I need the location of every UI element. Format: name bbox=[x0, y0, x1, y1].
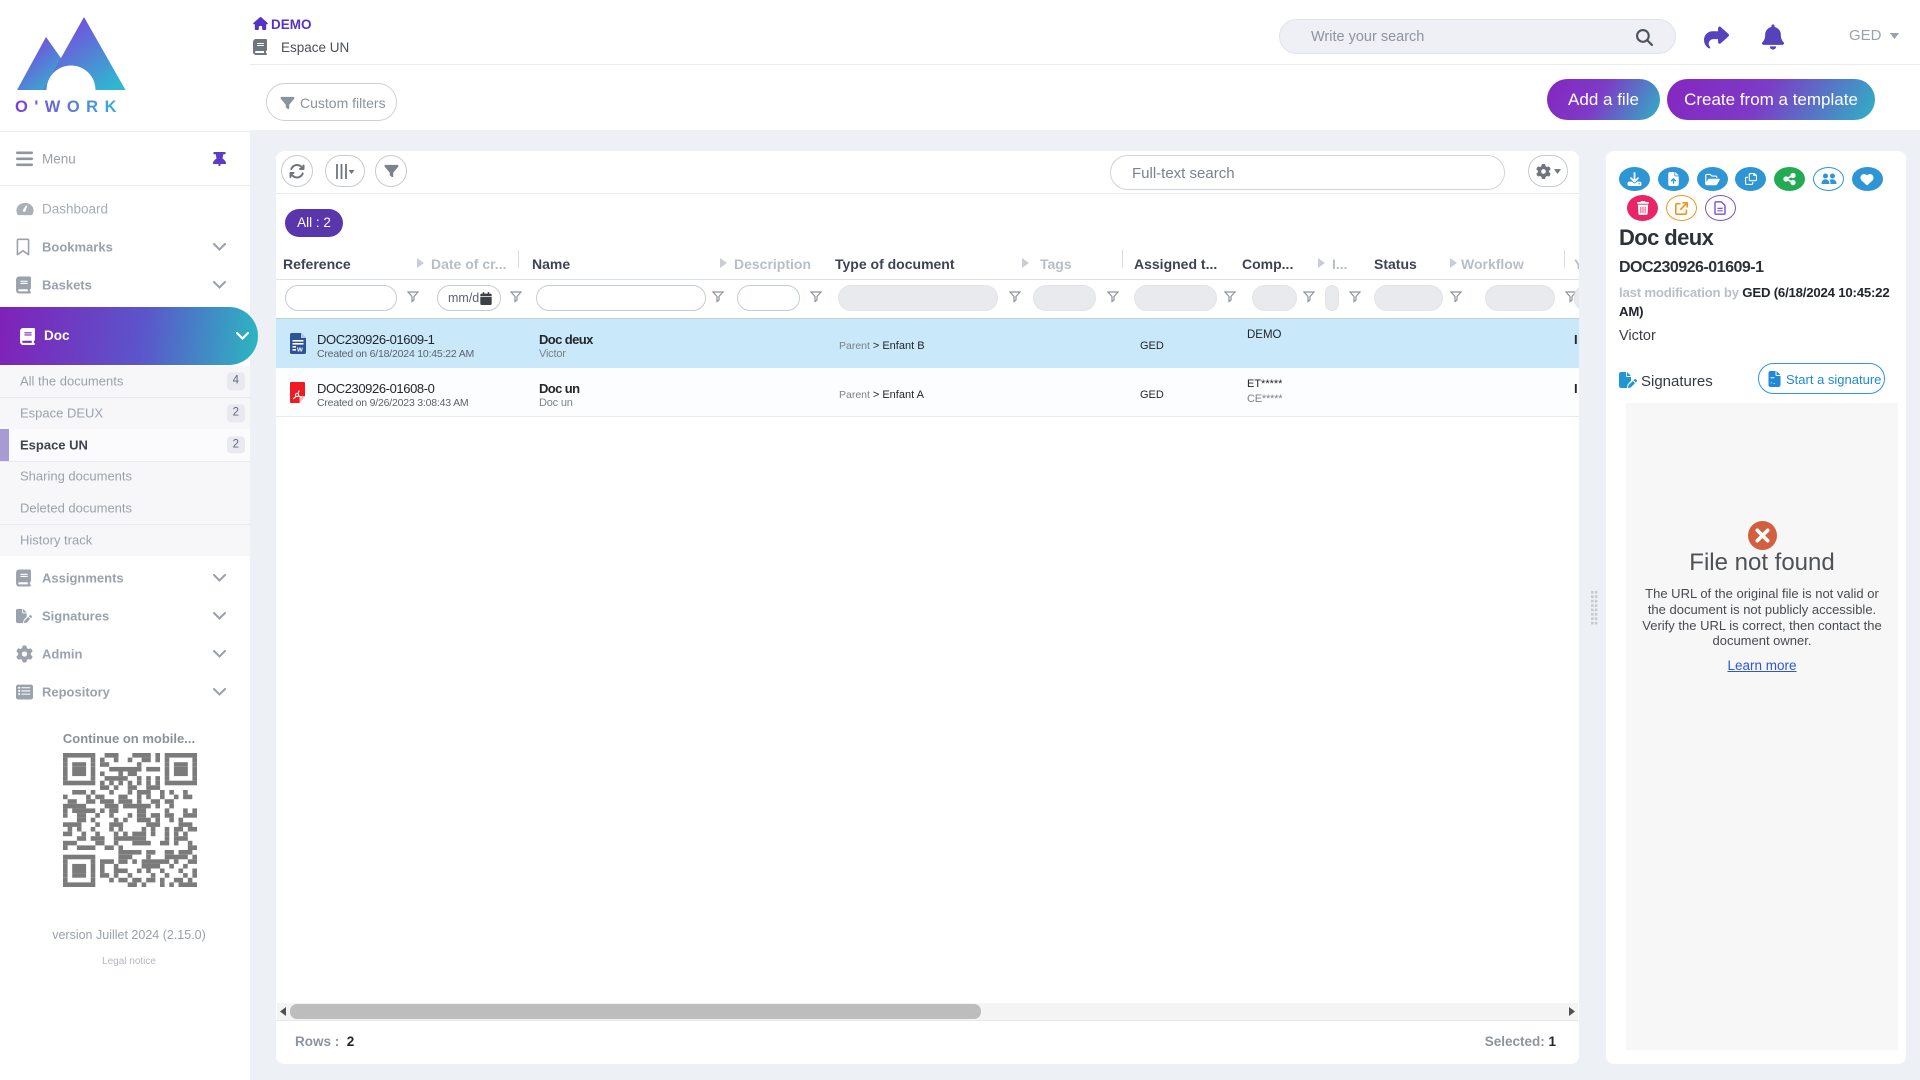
svg-text:O'WORK: O'WORK bbox=[15, 98, 123, 116]
svg-text:w: w bbox=[296, 345, 303, 354]
